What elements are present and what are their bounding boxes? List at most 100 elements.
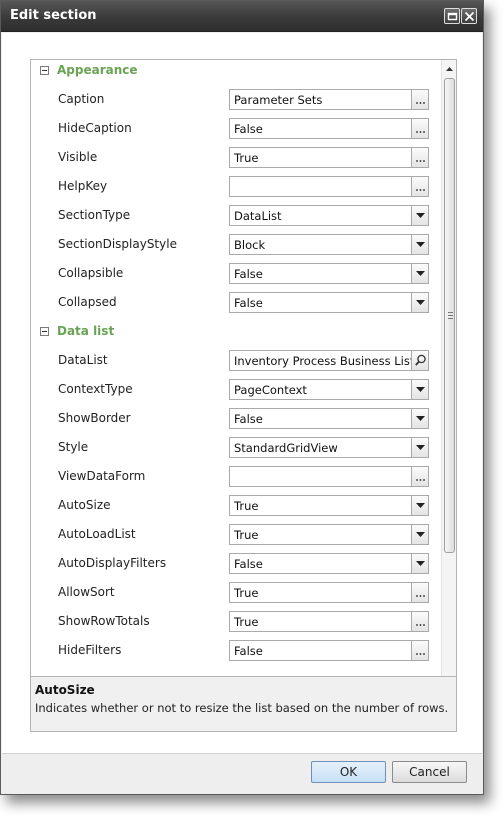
dropdown-button[interactable] — [411, 206, 428, 225]
property-value: False — [234, 267, 263, 281]
ellipsis-icon — [416, 653, 425, 655]
ellipsis-button[interactable] — [411, 90, 428, 109]
property-row: AutoSize True — [31, 495, 439, 524]
ellipsis-button[interactable] — [411, 177, 428, 196]
property-name: AllowSort — [58, 585, 115, 599]
description-panel: AutoSize Indicates whether or not to res… — [30, 676, 457, 732]
dropdown-button[interactable] — [411, 380, 428, 399]
property-value-field[interactable]: StandardGridView — [229, 437, 429, 458]
property-row: ShowRowTotals True — [31, 611, 439, 640]
dropdown-button[interactable] — [411, 525, 428, 544]
close-icon — [464, 11, 475, 22]
chevron-down-icon — [416, 532, 425, 537]
vertical-scrollbar[interactable] — [441, 60, 456, 696]
property-name: ContextType — [58, 382, 133, 396]
property-row: ShowBorder False — [31, 408, 439, 437]
chevron-down-icon — [416, 503, 425, 508]
property-name: SectionDisplayStyle — [58, 237, 177, 251]
grip-line — [448, 318, 453, 319]
property-row: AllowSort True — [31, 582, 439, 611]
ellipsis-icon — [416, 479, 425, 481]
dropdown-button[interactable] — [411, 293, 428, 312]
dialog-footer: OK Cancel — [2, 753, 482, 794]
search-icon — [415, 354, 426, 366]
property-name: Collapsible — [58, 266, 124, 280]
property-value-field[interactable]: PageContext — [229, 379, 429, 400]
property-name: AutoLoadList — [58, 527, 136, 541]
ok-button[interactable]: OK — [311, 761, 386, 783]
property-row: HideFilters False — [31, 640, 439, 669]
ellipsis-button[interactable] — [411, 119, 428, 138]
chevron-down-icon — [416, 271, 425, 276]
property-value-field[interactable]: Block — [229, 234, 429, 255]
property-row: SectionType DataList — [31, 205, 439, 234]
ellipsis-button[interactable] — [411, 467, 428, 486]
property-value-field[interactable] — [229, 466, 429, 487]
edit-section-dialog: Edit section Appearance Caption Parameter … — [0, 0, 484, 795]
section-header[interactable]: Data list — [31, 321, 439, 350]
property-row: Collapsible False — [31, 263, 439, 292]
ellipsis-icon — [416, 189, 425, 191]
property-value-field[interactable]: True — [229, 582, 429, 603]
chevron-down-icon — [416, 561, 425, 566]
property-name: Collapsed — [58, 295, 117, 309]
property-value: DataList — [234, 209, 282, 223]
property-value-field[interactable]: False — [229, 408, 429, 429]
property-value-field[interactable]: True — [229, 147, 429, 168]
property-row: HelpKey — [31, 176, 439, 205]
arrow-up-icon — [446, 67, 453, 71]
description-title: AutoSize — [35, 683, 95, 697]
collapse-icon[interactable] — [40, 327, 49, 336]
ellipsis-button[interactable] — [411, 583, 428, 602]
ellipsis-icon — [416, 624, 425, 626]
property-value-field[interactable]: False — [229, 553, 429, 574]
cancel-button[interactable]: Cancel — [392, 761, 467, 783]
property-value: Inventory Process Business List — [234, 354, 415, 368]
property-value-field[interactable]: Inventory Process Business List — [229, 350, 429, 371]
maximize-button[interactable] — [444, 8, 460, 24]
property-value-field[interactable]: DataList — [229, 205, 429, 226]
chevron-down-icon — [416, 445, 425, 450]
ellipsis-button[interactable] — [411, 641, 428, 660]
property-value-field[interactable]: False — [229, 263, 429, 284]
section-label: Data list — [57, 324, 115, 338]
dropdown-button[interactable] — [411, 438, 428, 457]
property-value-field[interactable]: False — [229, 118, 429, 139]
close-button[interactable] — [461, 8, 477, 24]
property-name: Caption — [58, 92, 105, 106]
ellipsis-button[interactable] — [411, 612, 428, 631]
search-button[interactable] — [411, 351, 428, 370]
property-name: ShowRowTotals — [58, 614, 150, 628]
property-value: False — [234, 412, 263, 426]
property-name: ShowBorder — [58, 411, 131, 425]
property-value: True — [234, 615, 259, 629]
scroll-up-arrow[interactable] — [442, 62, 456, 76]
property-value-field[interactable]: True — [229, 524, 429, 545]
ellipsis-button[interactable] — [411, 148, 428, 167]
property-value-field[interactable]: True — [229, 495, 429, 516]
property-name: HideFilters — [58, 643, 122, 657]
ellipsis-icon — [416, 102, 425, 104]
property-value: PageContext — [234, 383, 307, 397]
dropdown-button[interactable] — [411, 264, 428, 283]
collapse-icon[interactable] — [40, 66, 49, 75]
section-header[interactable]: Appearance — [31, 60, 439, 89]
property-value: False — [234, 296, 263, 310]
dropdown-button[interactable] — [411, 554, 428, 573]
scroll-thumb[interactable] — [444, 78, 455, 553]
property-name: AutoDisplayFilters — [58, 556, 167, 570]
dropdown-button[interactable] — [411, 409, 428, 428]
dropdown-button[interactable] — [411, 496, 428, 515]
property-value-field[interactable]: True — [229, 611, 429, 632]
section-label: Appearance — [57, 63, 138, 77]
property-name: Style — [58, 440, 89, 454]
property-value-field[interactable]: False — [229, 292, 429, 313]
property-value-field[interactable]: Parameter Sets — [229, 89, 429, 110]
property-value-field[interactable]: False — [229, 640, 429, 661]
property-value: True — [234, 528, 259, 542]
dropdown-button[interactable] — [411, 235, 428, 254]
property-value-field[interactable] — [229, 176, 429, 197]
ellipsis-icon — [416, 160, 425, 162]
property-value: False — [234, 122, 263, 136]
title-bar[interactable]: Edit section — [1, 1, 483, 32]
